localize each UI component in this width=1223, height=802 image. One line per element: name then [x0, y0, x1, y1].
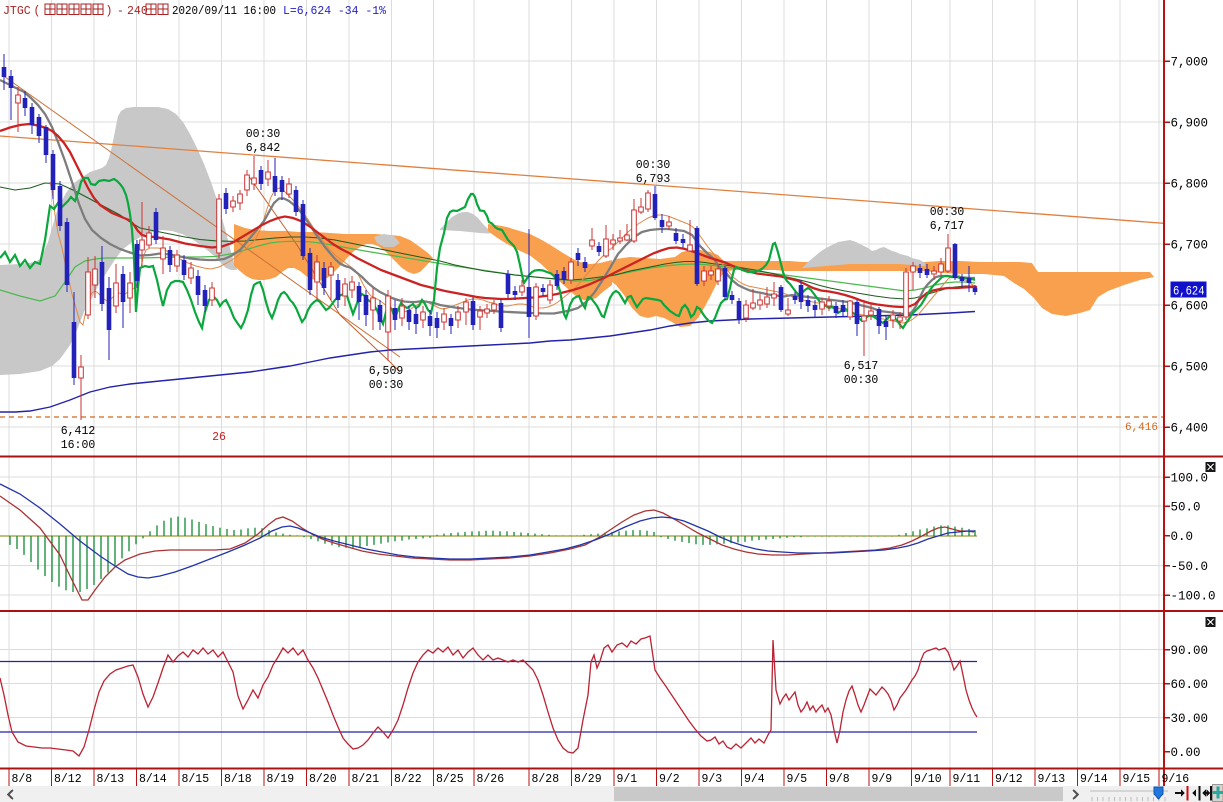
svg-text:): )	[106, 4, 113, 18]
svg-text:9/1: 9/1	[617, 773, 638, 786]
svg-text:6,800: 6,800	[1171, 178, 1209, 192]
svg-text:-50.0: -50.0	[1171, 560, 1209, 574]
svg-text:00:30: 00:30	[246, 128, 281, 141]
svg-text:26: 26	[212, 431, 226, 444]
svg-text:00:30: 00:30	[636, 159, 671, 172]
svg-text:00:30: 00:30	[844, 374, 879, 387]
svg-text:6,793: 6,793	[636, 173, 671, 186]
svg-text:50.0: 50.0	[1171, 501, 1201, 515]
svg-text:6,624: 6,624	[1173, 285, 1205, 299]
svg-text:8/29: 8/29	[574, 773, 602, 786]
svg-text:9/4: 9/4	[744, 773, 765, 786]
svg-text:JTGC: JTGC	[3, 4, 31, 18]
svg-text:6,517: 6,517	[844, 360, 879, 373]
svg-text:16:00: 16:00	[61, 439, 96, 452]
svg-text:8/28: 8/28	[532, 773, 560, 786]
svg-text:6,416: 6,416	[1125, 422, 1158, 434]
svg-text:9/14: 9/14	[1080, 773, 1108, 786]
svg-text:6,600: 6,600	[1171, 300, 1209, 314]
svg-text:9/12: 9/12	[995, 773, 1023, 786]
svg-text:7,000: 7,000	[1171, 56, 1209, 70]
svg-text:6,717: 6,717	[930, 220, 965, 233]
svg-text:9/15: 9/15	[1123, 773, 1151, 786]
svg-text:6,509: 6,509	[369, 365, 404, 378]
svg-text:9/2: 9/2	[659, 773, 680, 786]
svg-text:L=6,624 -34 -1%: L=6,624 -34 -1%	[283, 4, 387, 18]
svg-text:8/26: 8/26	[477, 773, 505, 786]
svg-text:8/21: 8/21	[352, 773, 380, 786]
svg-text:9/9: 9/9	[872, 773, 893, 786]
svg-text:100.0: 100.0	[1171, 472, 1209, 486]
svg-text:6,400: 6,400	[1171, 422, 1209, 436]
svg-text:8/13: 8/13	[97, 773, 125, 786]
svg-text:60.00: 60.00	[1171, 678, 1209, 692]
svg-text:0.00: 0.00	[1171, 746, 1201, 760]
svg-text:6,900: 6,900	[1171, 117, 1209, 131]
svg-text:-: -	[117, 4, 124, 18]
svg-text:6,500: 6,500	[1171, 361, 1209, 375]
svg-text:2020/09/11 16:00: 2020/09/11 16:00	[172, 4, 276, 18]
svg-text:8/19: 8/19	[267, 773, 295, 786]
svg-text:6,842: 6,842	[246, 142, 281, 155]
svg-text:8/25: 8/25	[436, 773, 464, 786]
svg-text:8/18: 8/18	[224, 773, 252, 786]
svg-text:00:30: 00:30	[930, 206, 965, 219]
svg-text:9/11: 9/11	[953, 773, 981, 786]
svg-text:30.00: 30.00	[1171, 712, 1209, 726]
svg-text:8/14: 8/14	[139, 773, 167, 786]
svg-text:90.00: 90.00	[1171, 644, 1209, 658]
svg-text:8/22: 8/22	[394, 773, 422, 786]
svg-text:6,412: 6,412	[61, 425, 96, 438]
svg-text:6,700: 6,700	[1171, 239, 1209, 253]
svg-text:9/3: 9/3	[702, 773, 723, 786]
svg-text:9/16: 9/16	[1162, 773, 1190, 786]
svg-text:8/20: 8/20	[309, 773, 337, 786]
svg-text:240: 240	[127, 4, 148, 18]
svg-text:9/10: 9/10	[914, 773, 942, 786]
svg-text:8/8: 8/8	[12, 773, 33, 786]
svg-text:9/8: 9/8	[829, 773, 850, 786]
svg-text:-100.0: -100.0	[1171, 590, 1216, 604]
svg-text:00:30: 00:30	[369, 379, 404, 392]
svg-text:9/13: 9/13	[1038, 773, 1066, 786]
svg-text:0.0: 0.0	[1171, 530, 1194, 544]
svg-text:8/12: 8/12	[54, 773, 82, 786]
svg-text:8/15: 8/15	[182, 773, 210, 786]
svg-text:9/5: 9/5	[787, 773, 808, 786]
svg-text:(: (	[34, 4, 41, 18]
